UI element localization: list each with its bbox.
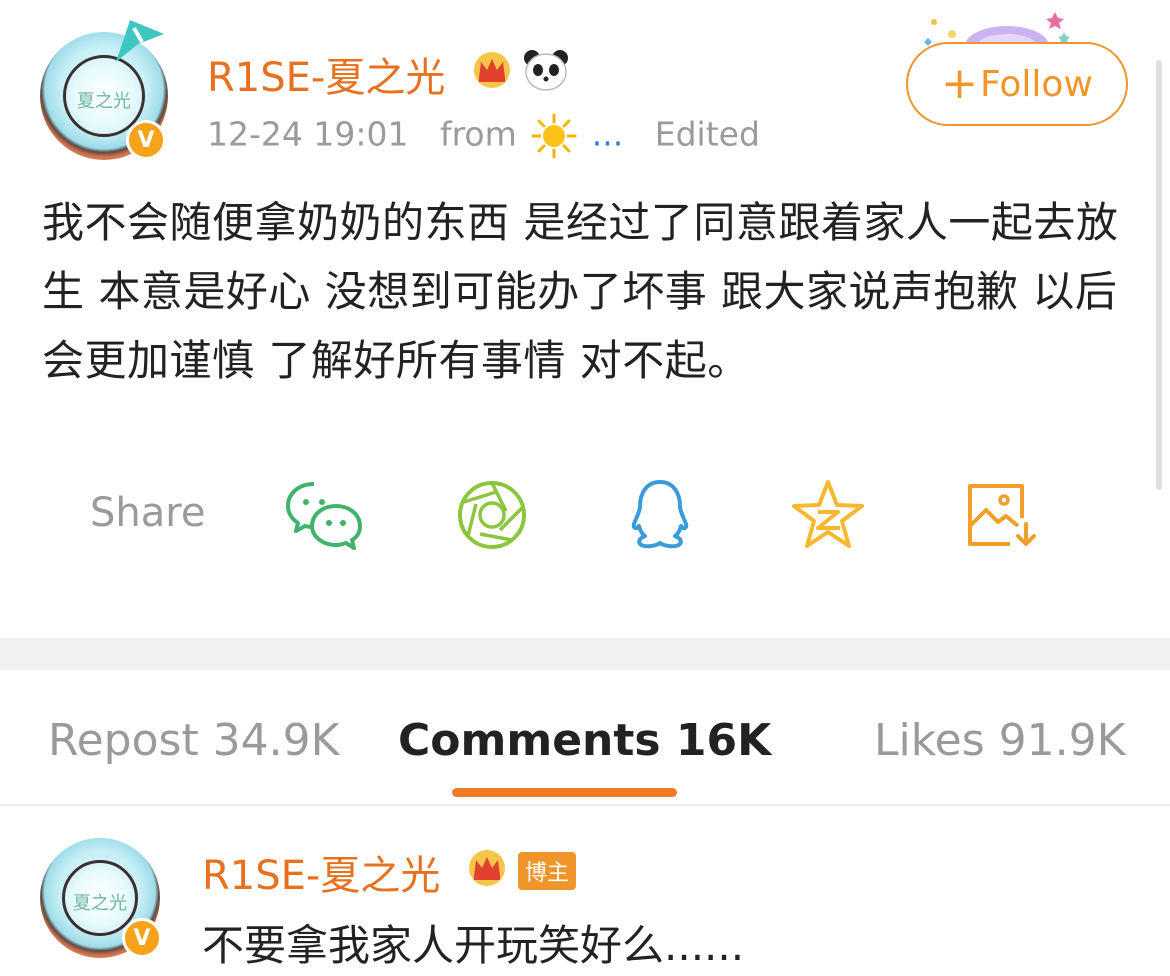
- source-more-dots[interactable]: ...: [592, 115, 623, 154]
- weibo-post-page: 夏之光 V R1SE-夏之光 12-24 19:01 from ... Edit…: [0, 0, 1170, 976]
- crown-badge-icon: [474, 52, 510, 88]
- section-separator: [0, 638, 1170, 670]
- follow-label: Follow: [979, 63, 1093, 105]
- avatar-frame-flag-icon: [116, 20, 164, 62]
- post-from-label: from: [439, 114, 517, 154]
- wechat-icon[interactable]: [284, 478, 364, 552]
- tab-comments[interactable]: Comments 16K: [398, 715, 771, 766]
- tab-divider: [0, 804, 1170, 806]
- qzone-icon[interactable]: [790, 478, 870, 552]
- tab-likes[interactable]: Likes 91.9K: [874, 715, 1125, 766]
- poster-badge: 博主: [518, 852, 576, 890]
- moments-icon[interactable]: [454, 478, 534, 552]
- qq-icon[interactable]: [622, 478, 702, 552]
- sun-source-icon: [531, 113, 577, 159]
- plus-icon: +: [941, 58, 978, 109]
- save-image-icon[interactable]: [962, 478, 1042, 552]
- edited-label: Edited: [654, 114, 760, 154]
- active-tab-indicator: [452, 788, 677, 797]
- comment-author-name[interactable]: R1SE-夏之光: [202, 843, 440, 901]
- scrollbar[interactable]: [1156, 60, 1162, 490]
- post-meta: 12-24 19:01 from ... Edited: [207, 113, 760, 159]
- panda-badge-icon: [524, 50, 568, 91]
- avatar-label: 夏之光: [76, 90, 131, 112]
- comment-text: 不要拿我家人开玩笑好么......: [202, 921, 745, 970]
- follow-button[interactable]: + Follow: [906, 42, 1128, 126]
- comment-verified-badge-icon: V: [122, 918, 162, 958]
- comment-crown-badge-icon: [469, 850, 505, 886]
- author-name[interactable]: R1SE-夏之光: [207, 45, 445, 103]
- post-time: 12-24 19:01: [207, 114, 409, 154]
- share-label: Share: [90, 490, 206, 536]
- tab-repost[interactable]: Repost 34.9K: [48, 715, 340, 766]
- post-body-text: 我不会随便拿奶奶的东西 是经过了同意跟着家人一起去放生 本意是好心 没想到可能办…: [42, 198, 1119, 385]
- verified-badge-icon: V: [126, 120, 166, 160]
- comment-avatar-label: 夏之光: [72, 893, 127, 915]
